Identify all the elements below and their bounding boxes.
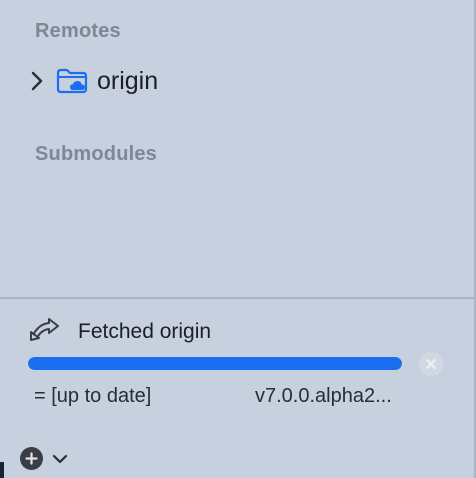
remote-item-origin[interactable]: origin <box>26 64 446 98</box>
remotes-section-header: Remotes <box>35 20 121 42</box>
chevron-down-icon[interactable] <box>51 451 69 467</box>
add-button[interactable] <box>20 447 43 470</box>
cloud-folder-icon <box>56 68 88 94</box>
sidebar: Remotes origin Submodules Fetched origin <box>0 0 474 478</box>
progress-bar <box>28 357 402 370</box>
remote-label: origin <box>97 66 159 95</box>
cancel-button[interactable] <box>419 352 443 376</box>
submodules-section-header: Submodules <box>35 143 158 165</box>
close-icon <box>425 358 437 370</box>
progress-fill <box>28 357 402 370</box>
fetch-arrow-icon <box>29 318 61 344</box>
chevron-right-icon[interactable] <box>26 70 48 92</box>
activity-title: Fetched origin <box>78 320 212 343</box>
log-status: = [up to date] <box>34 385 152 407</box>
log-ref: v7.0.0.alpha2... <box>255 385 392 407</box>
window-corner <box>0 462 4 478</box>
divider <box>0 297 474 299</box>
plus-circle-icon <box>25 452 38 465</box>
